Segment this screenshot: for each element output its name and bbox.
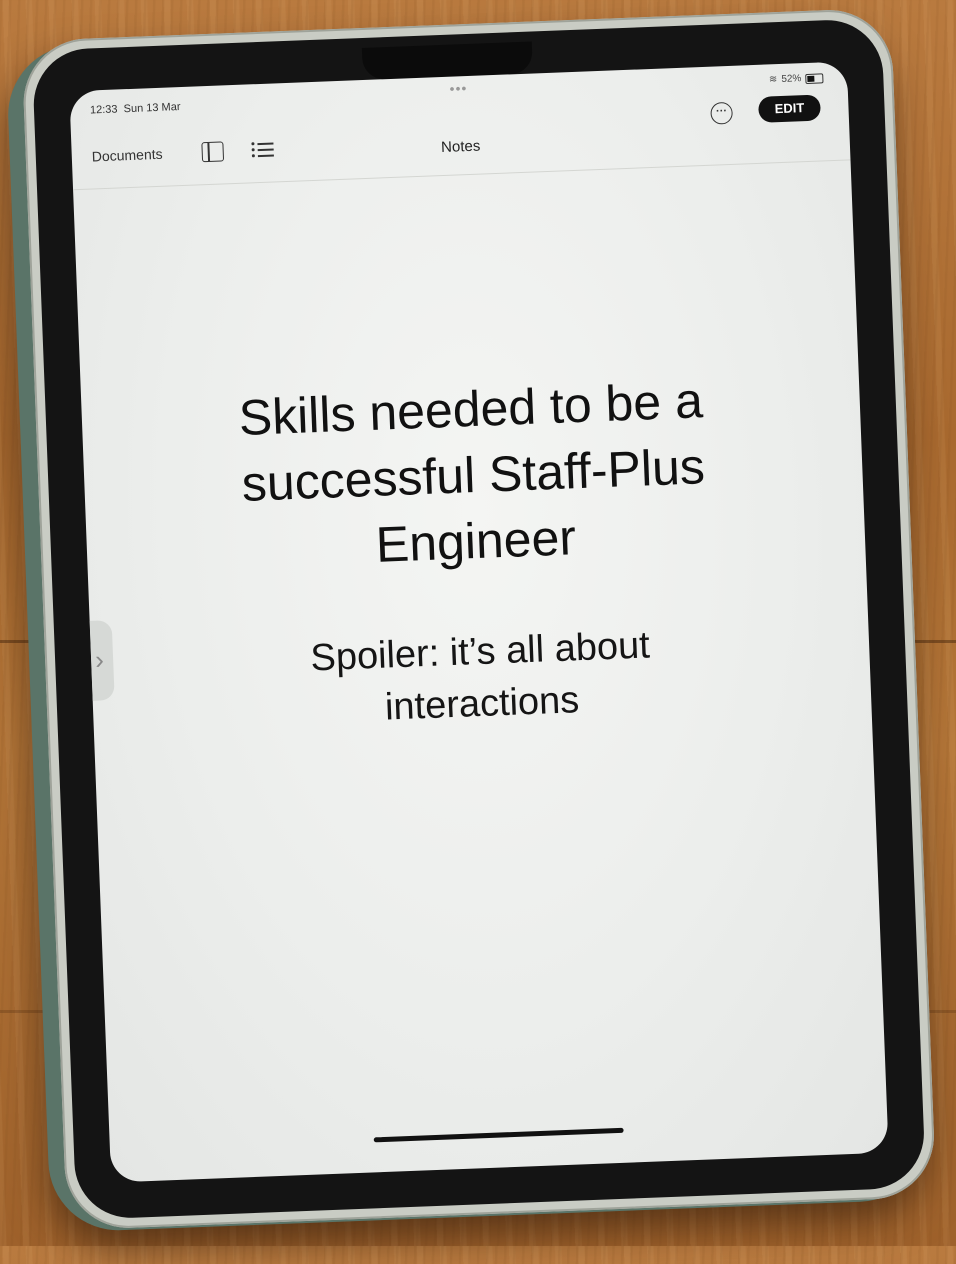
screen: 12:33 Sun 13 Mar ≋ 52% ••• Documents Not…: [69, 61, 889, 1183]
side-panel-handle[interactable]: ›: [89, 620, 115, 701]
bezel: 12:33 Sun 13 Mar ≋ 52% ••• Documents Not…: [31, 18, 926, 1220]
status-time-date: 12:33 Sun 13 Mar: [90, 101, 181, 116]
ipad-photo: 12:33 Sun 13 Mar ≋ 52% ••• Documents Not…: [0, 0, 956, 1264]
slide-subheading: Spoiler: it’s all about interactions: [309, 624, 651, 729]
slide-heading: Skills needed to be a successful Staff-P…: [237, 372, 706, 573]
status-indicators: ≋ 52%: [769, 72, 824, 85]
toolbar: Documents Notes ··· EDIT: [71, 94, 851, 189]
home-indicator[interactable]: [373, 1127, 624, 1143]
chevron-right-icon: ›: [94, 644, 105, 675]
wifi-icon: ≋: [768, 74, 778, 86]
multitasking-dots[interactable]: •••: [449, 80, 467, 97]
battery-percent: 52%: [781, 73, 802, 85]
battery-icon: [805, 72, 824, 84]
more-icon[interactable]: ···: [710, 101, 734, 125]
ipad-device: 12:33 Sun 13 Mar ≋ 52% ••• Documents Not…: [21, 7, 937, 1231]
status-date: Sun 13 Mar: [123, 101, 181, 116]
edit-button[interactable]: EDIT: [758, 94, 821, 123]
status-time: 12:33: [89, 103, 118, 117]
battery-fill: [807, 75, 815, 82]
